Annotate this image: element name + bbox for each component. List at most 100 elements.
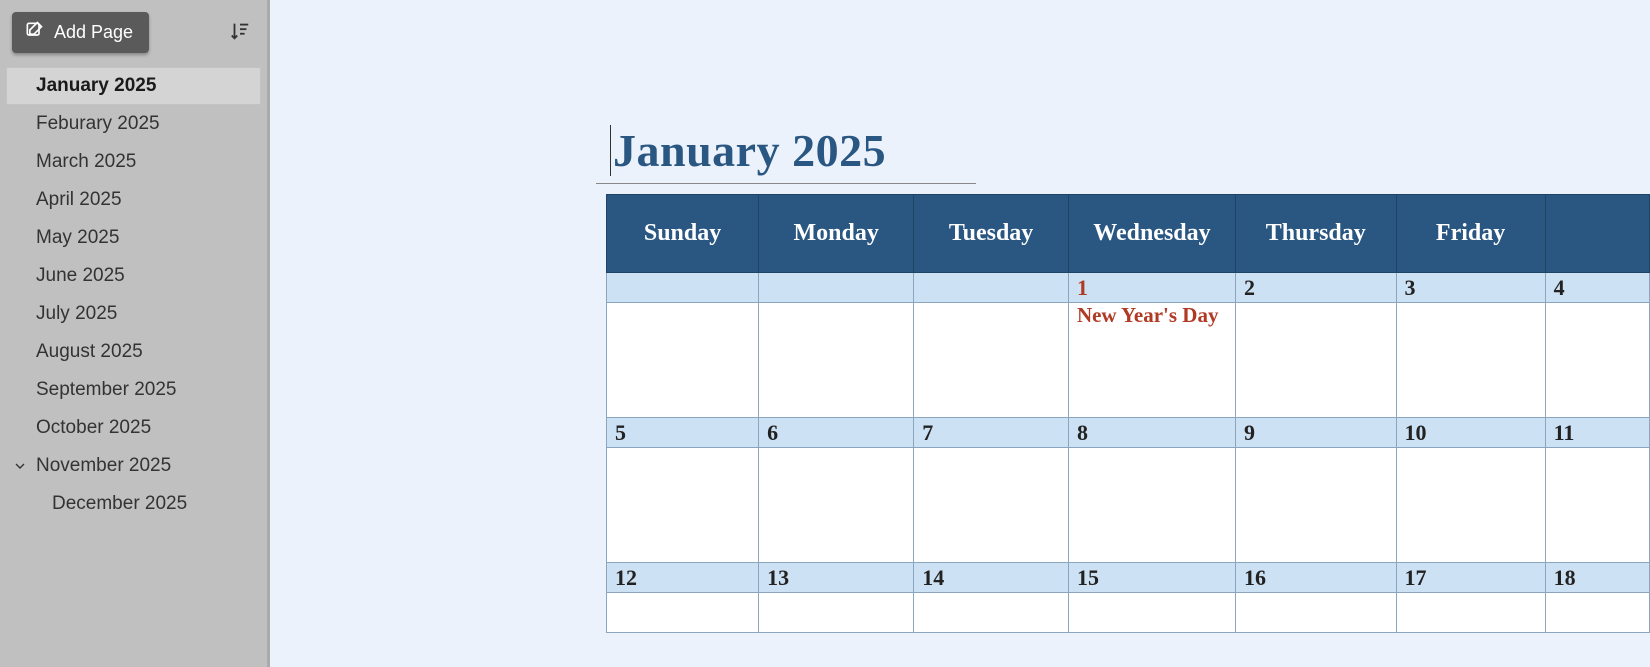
sidebar-item[interactable]: Feburary 2025: [0, 105, 267, 143]
calendar-body-cell[interactable]: [1235, 593, 1396, 633]
calendar-daynum-cell[interactable]: 9: [1235, 418, 1396, 448]
day-number: 11: [1546, 418, 1649, 446]
page-list: January 2025 Feburary 2025 March 2025 April…: [0, 67, 267, 523]
calendar-daynum-cell[interactable]: 4: [1545, 273, 1649, 303]
sidebar-item[interactable]: April 2025: [0, 181, 267, 219]
calendar-day-header: Thursday: [1235, 195, 1396, 273]
calendar-body-cell[interactable]: New Year's Day: [1068, 303, 1235, 418]
calendar-daynum-cell[interactable]: 8: [1068, 418, 1235, 448]
page-title: January 2025: [610, 125, 886, 176]
sidebar-item-label: November 2025: [36, 455, 171, 476]
chevron-down-icon[interactable]: [12, 458, 28, 474]
calendar-day-header: Friday: [1396, 195, 1545, 273]
calendar-day-header: Tuesday: [914, 195, 1069, 273]
calendar-daynum-cell[interactable]: 12: [607, 563, 759, 593]
day-number: 8: [1069, 418, 1235, 446]
calendar-day-header: [1545, 195, 1649, 273]
calendar-daynum-cell[interactable]: 16: [1235, 563, 1396, 593]
calendar-body-row: [607, 448, 1650, 563]
sidebar-item-label: March 2025: [36, 151, 136, 172]
calendar-body-cell[interactable]: [1545, 303, 1649, 418]
day-number: 2: [1236, 273, 1396, 301]
sidebar-item[interactable]: January 2025: [6, 67, 261, 105]
calendar-body-cell[interactable]: [1396, 593, 1545, 633]
calendar-body-cell[interactable]: [1545, 448, 1649, 563]
sidebar-toolbar: Add Page: [0, 12, 267, 67]
sidebar-item[interactable]: October 2025: [0, 409, 267, 447]
calendar-table: SundayMondayTuesdayWednesdayThursdayFrid…: [606, 194, 1650, 633]
day-number: 12: [607, 563, 758, 591]
sidebar-item[interactable]: August 2025: [0, 333, 267, 371]
sort-button[interactable]: [225, 16, 255, 49]
sidebar-item[interactable]: June 2025: [0, 257, 267, 295]
calendar-event: New Year's Day: [1069, 299, 1219, 327]
calendar-daynum-cell[interactable]: [759, 273, 914, 303]
edit-icon: [24, 20, 44, 45]
day-number: 4: [1546, 273, 1649, 301]
main-canvas: January 2025 SundayMondayTuesdayWednesda…: [270, 0, 1650, 667]
calendar-body-cell[interactable]: [1068, 593, 1235, 633]
add-page-button[interactable]: Add Page: [12, 12, 149, 53]
sidebar-item[interactable]: March 2025: [0, 143, 267, 181]
sidebar-item-label: July 2025: [36, 303, 117, 324]
calendar-daynum-cell[interactable]: [914, 273, 1069, 303]
calendar-daynum-cell[interactable]: 14: [914, 563, 1069, 593]
calendar-daynum-cell[interactable]: 2: [1235, 273, 1396, 303]
calendar-daynum-row: 567891011: [607, 418, 1650, 448]
calendar-body-cell[interactable]: [1068, 448, 1235, 563]
calendar-daynum-cell[interactable]: 11: [1545, 418, 1649, 448]
page-title-container[interactable]: January 2025: [596, 124, 976, 184]
day-number: 9: [1236, 418, 1396, 446]
calendar-body-cell[interactable]: [607, 593, 759, 633]
calendar-daynum-row: 12131415161718: [607, 563, 1650, 593]
calendar-body-cell[interactable]: [607, 303, 759, 418]
sidebar-item[interactable]: September 2025: [0, 371, 267, 409]
sidebar-item-label: January 2025: [36, 75, 156, 96]
calendar-body-cell[interactable]: [914, 303, 1069, 418]
calendar-body-cell[interactable]: [1396, 303, 1545, 418]
calendar-body-cell[interactable]: [759, 303, 914, 418]
calendar-body-row: New Year's Day: [607, 303, 1650, 418]
calendar-body-cell[interactable]: [759, 448, 914, 563]
day-number: 13: [759, 563, 913, 591]
calendar-body-cell[interactable]: [1235, 303, 1396, 418]
calendar-daynum-cell[interactable]: 5: [607, 418, 759, 448]
calendar-daynum-cell[interactable]: 10: [1396, 418, 1545, 448]
sidebar-item-label: December 2025: [52, 493, 187, 514]
sidebar-item-label: October 2025: [36, 417, 151, 438]
sidebar-item-label: April 2025: [36, 189, 122, 210]
day-number: 17: [1397, 563, 1545, 591]
calendar-day-header: Monday: [759, 195, 914, 273]
calendar-body-cell[interactable]: [1545, 593, 1649, 633]
day-number: 14: [914, 563, 1068, 591]
add-page-label: Add Page: [54, 22, 133, 43]
calendar-daynum-cell[interactable]: 15: [1068, 563, 1235, 593]
day-number: 15: [1069, 563, 1235, 591]
calendar-body-cell[interactable]: [914, 448, 1069, 563]
day-number: 18: [1546, 563, 1649, 591]
calendar-daynum-cell[interactable]: 18: [1545, 563, 1649, 593]
day-number: 6: [759, 418, 913, 446]
calendar-daynum-cell[interactable]: 13: [759, 563, 914, 593]
sidebar-item-label: May 2025: [36, 227, 119, 248]
calendar-body-cell[interactable]: [759, 593, 914, 633]
day-number: 1: [1069, 273, 1235, 301]
calendar-body-cell[interactable]: [914, 593, 1069, 633]
sidebar-item[interactable]: December 2025: [0, 485, 267, 523]
calendar-daynum-cell[interactable]: 6: [759, 418, 914, 448]
calendar-daynum-cell[interactable]: 1: [1068, 273, 1235, 303]
calendar-daynum-cell[interactable]: 3: [1396, 273, 1545, 303]
sidebar-item-label: Feburary 2025: [36, 113, 160, 134]
calendar-body-row: [607, 593, 1650, 633]
calendar-body-cell[interactable]: [607, 448, 759, 563]
calendar-day-header: Sunday: [607, 195, 759, 273]
sidebar-item[interactable]: July 2025: [0, 295, 267, 333]
calendar-body-cell[interactable]: [1396, 448, 1545, 563]
sidebar-item[interactable]: November 2025: [0, 447, 267, 485]
calendar-daynum-cell[interactable]: 17: [1396, 563, 1545, 593]
calendar-daynum-cell[interactable]: 7: [914, 418, 1069, 448]
sidebar-item[interactable]: May 2025: [0, 219, 267, 257]
calendar-daynum-cell[interactable]: [607, 273, 759, 303]
calendar-header-row: SundayMondayTuesdayWednesdayThursdayFrid…: [607, 195, 1650, 273]
calendar-body-cell[interactable]: [1235, 448, 1396, 563]
